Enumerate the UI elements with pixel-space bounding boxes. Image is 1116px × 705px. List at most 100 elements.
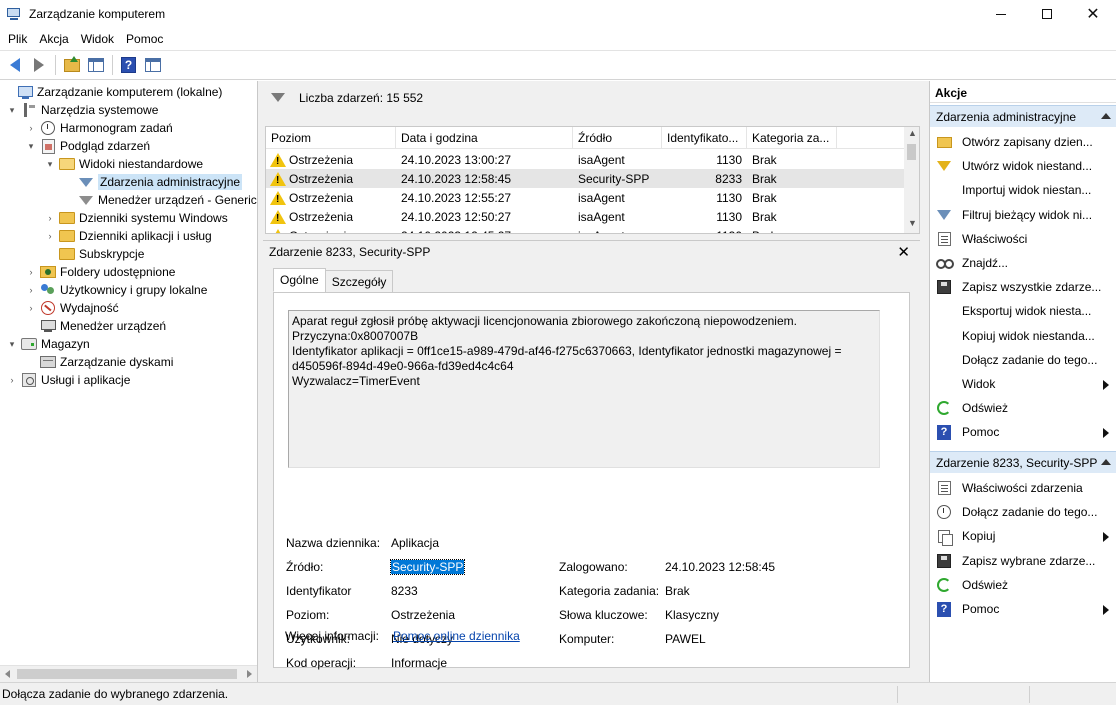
table-row[interactable]: Ostrzeżenia 24.10.2023 12:45:27isaAgent11… — [266, 226, 906, 234]
scroll-right-icon[interactable] — [247, 670, 252, 678]
warning-icon — [270, 190, 286, 205]
actions-section-admin-events[interactable]: Zdarzenia administracyjne — [930, 105, 1116, 127]
expand-toggle-icon[interactable]: › — [6, 374, 18, 386]
expand-toggle-icon[interactable]: › — [44, 212, 56, 224]
action-item[interactable]: Właściwości zdarzenia — [930, 476, 1116, 500]
collapse-caret-icon[interactable] — [1101, 459, 1111, 465]
expand-toggle-icon[interactable]: ▾ — [25, 140, 37, 152]
action-item[interactable]: Otwórz zapisany dzien... — [930, 130, 1116, 154]
tree-item[interactable]: › Foldery udostępnione — [25, 263, 176, 281]
source-value-text: Security-SPP — [389, 559, 466, 575]
menu-widok[interactable]: Widok — [75, 32, 120, 46]
column-task-category[interactable]: Kategoria za... — [747, 127, 837, 149]
tree-item[interactable]: › Dzienniki aplikacji i usług — [44, 227, 212, 245]
expand-toggle-icon[interactable]: ▾ — [6, 338, 18, 350]
scroll-down-icon[interactable]: ▼ — [908, 219, 917, 228]
action-item[interactable]: ? Pomoc — [930, 420, 1116, 444]
action-item[interactable]: Utwórz widok niestand... — [930, 154, 1116, 178]
column-datetime[interactable]: Data i godzina — [396, 127, 573, 149]
tree-item[interactable]: › Usługi i aplikacje — [6, 371, 130, 389]
action-item[interactable]: Dołącz zadanie do tego... — [930, 348, 1116, 372]
table-row[interactable]: Ostrzeżenia 24.10.2023 12:58:45 Security-S… — [266, 169, 906, 188]
actions-section-event[interactable]: Zdarzenie 8233, Security-SPP — [930, 451, 1116, 473]
cell-datetime: 24.10.2023 12:58:45 — [401, 171, 512, 186]
table-row[interactable]: Ostrzeżenia 24.10.2023 13:00:27 isaAgent 11… — [266, 150, 906, 169]
cell-level-text: Ostrzeżenia — [289, 171, 354, 186]
tree-item[interactable]: Zdarzenia administracyjne — [63, 173, 243, 191]
folder-icon — [59, 228, 75, 244]
action-item[interactable]: Odśwież — [930, 573, 1116, 597]
tree-item[interactable]: › Użytkownicy i grupy lokalne — [25, 281, 208, 299]
action-item[interactable]: Właściwości — [930, 227, 1116, 251]
table-row[interactable]: Ostrzeżenia 24.10.2023 12:50:27 isaAgent 11… — [266, 207, 906, 226]
column-source[interactable]: Źródło — [573, 127, 662, 149]
forward-button[interactable] — [27, 54, 50, 76]
back-button[interactable] — [3, 54, 26, 76]
expand-toggle-icon[interactable]: › — [44, 230, 56, 242]
tree-item[interactable]: ▾ Podgląd zdarzeń — [25, 137, 150, 155]
action-item[interactable]: Filtruj bieżący widok ni... — [930, 203, 1116, 227]
tree-item[interactable]: Zarządzanie dyskami — [25, 353, 173, 371]
task-category-value: Brak — [665, 584, 690, 598]
expand-toggle-icon[interactable]: › — [25, 284, 37, 296]
action-item[interactable]: Odśwież — [930, 396, 1116, 420]
action-item[interactable]: Zapisz wszystkie zdarze... — [930, 275, 1116, 299]
expand-toggle-icon[interactable]: ▾ — [6, 104, 18, 116]
tree-item[interactable]: ▾ Narzędzia systemowe — [6, 101, 158, 119]
scroll-up-icon[interactable]: ▲ — [908, 129, 917, 138]
action-item[interactable]: Kopiuj — [930, 524, 1116, 548]
cell-level-text: Ostrzeżenia — [289, 152, 354, 167]
tree-item[interactable]: Menedżer urządzeń - Generic — [63, 191, 257, 209]
tab-general[interactable]: Ogólne — [273, 268, 326, 292]
event-list-vertical-scrollbar[interactable]: ▲ ▼ — [904, 127, 919, 233]
up-level-button[interactable] — [60, 54, 83, 76]
menu-akcja[interactable]: Akcja — [33, 32, 74, 46]
menu-pomoc[interactable]: Pomoc — [120, 32, 169, 46]
expand-toggle-icon[interactable]: › — [25, 266, 37, 278]
tree-item[interactable]: ▾ Magazyn — [6, 335, 90, 353]
tree-item[interactable]: › Wydajność — [25, 299, 119, 317]
online-help-link[interactable]: Pomoc online dziennika — [393, 629, 520, 643]
collapse-caret-icon[interactable] — [1101, 113, 1111, 119]
action-item[interactable]: Widok — [930, 372, 1116, 396]
menu-plik[interactable]: Plik — [2, 32, 33, 46]
source-value[interactable]: Security-SPP — [389, 559, 466, 575]
tree-horizontal-scrollbar[interactable] — [0, 665, 257, 682]
action-item[interactable]: Dołącz zadanie do tego... — [930, 500, 1116, 524]
tree-item[interactable]: › Dzienniki systemu Windows — [44, 209, 228, 227]
expand-toggle-icon[interactable]: ▾ — [44, 158, 56, 170]
maximize-button[interactable] — [1024, 0, 1070, 28]
tree-item[interactable]: Subskrypcje — [44, 245, 144, 263]
keywords-value: Klasyczny — [665, 608, 720, 622]
column-event-id[interactable]: Identyfikato... — [662, 127, 747, 149]
tree-item[interactable]: › Harmonogram zadań — [25, 119, 173, 137]
action-item[interactable]: Znajdź... — [930, 251, 1116, 275]
column-level[interactable]: Poziom — [266, 127, 396, 149]
scroll-left-icon[interactable] — [5, 670, 10, 678]
tab-details[interactable]: Szczegóły — [324, 270, 394, 292]
scroll-thumb[interactable] — [907, 144, 916, 160]
action-item[interactable]: Eksportuj widok niesta... — [930, 299, 1116, 323]
event-description[interactable]: Aparat reguł zgłosił próbę aktywacji lic… — [288, 310, 880, 468]
expand-toggle-icon[interactable]: › — [25, 122, 37, 134]
tree-item-label: Zarządzanie komputerem (lokalne) — [37, 85, 223, 99]
tree-item[interactable]: ▾ Widoki niestandardowe — [44, 155, 203, 173]
show-hide-action-pane-button[interactable] — [141, 54, 164, 76]
tree-item[interactable]: Zarządzanie komputerem (lokalne) — [2, 83, 222, 101]
cell-id: 1130 — [662, 229, 747, 234]
minimize-button[interactable] — [978, 0, 1024, 28]
table-row[interactable]: Ostrzeżenia 24.10.2023 12:55:27 isaAgent 11… — [266, 188, 906, 207]
action-item[interactable]: Zapisz wybrane zdarze... — [930, 549, 1116, 573]
tree-item-label: Widoki niestandardowe — [79, 157, 204, 171]
show-hide-tree-button[interactable] — [84, 54, 107, 76]
close-detail-icon[interactable]: ✕ — [897, 243, 910, 261]
close-button[interactable]: ✕ — [1070, 0, 1116, 28]
action-item[interactable]: Kopiuj widok niestanda... — [930, 324, 1116, 348]
action-item[interactable]: Importuj widok niestan... — [930, 178, 1116, 202]
expand-toggle-icon[interactable]: › — [25, 302, 37, 314]
help-button[interactable]: ? — [117, 54, 140, 76]
action-item[interactable]: ? Pomoc — [930, 597, 1116, 621]
scroll-thumb[interactable] — [17, 669, 237, 679]
cell-datetime: 24.10.2023 12:55:27 — [401, 190, 512, 205]
tree-item[interactable]: Menedżer urządzeń — [25, 317, 166, 335]
